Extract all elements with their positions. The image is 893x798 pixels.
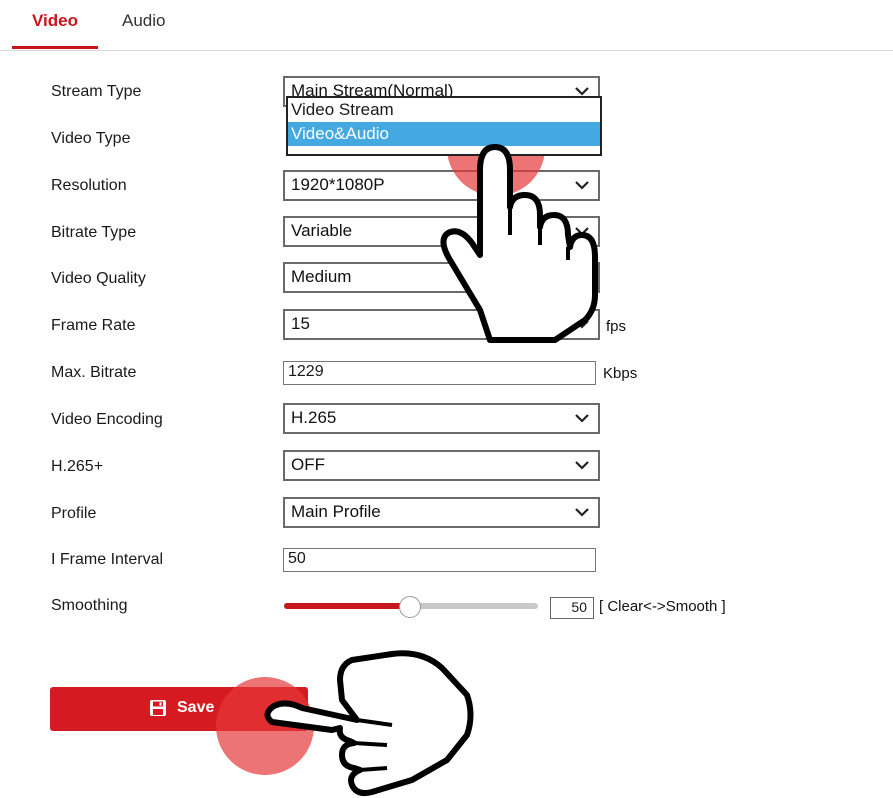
bitrate-type-label: Bitrate Type [51,224,137,241]
resolution-value: 1920*1080P [291,175,385,194]
max-bitrate-input[interactable]: 1229 [283,361,596,385]
video-encoding-select[interactable]: H.265 [283,403,600,434]
resolution-label: Resolution [51,177,127,194]
chevron-down-icon [575,414,589,423]
video-type-label: Video Type [51,130,131,147]
save-icon [150,700,166,716]
smoothing-slider-thumb[interactable] [399,596,421,618]
chevron-down-icon [575,461,589,470]
smoothing-hint: [ Clear<->Smooth ] [599,598,726,615]
h265plus-select[interactable]: OFF [283,450,600,481]
h265plus-label: H.265+ [51,458,104,475]
pointer-hand-icon [264,650,474,797]
save-button-label: Save [177,699,215,716]
profile-label: Profile [51,505,97,522]
frame-rate-value: 15 [291,314,310,333]
profile-select[interactable]: Main Profile [283,497,600,528]
i-frame-interval-input[interactable]: 50 [283,548,596,572]
max-bitrate-label: Max. Bitrate [51,364,137,381]
smoothing-slider-fill [284,603,410,609]
video-encoding-value: H.265 [291,408,337,427]
tab-bar: Video Audio [0,0,893,51]
h265plus-value: OFF [291,455,325,474]
active-tab-indicator [12,46,98,49]
pointer-hand-icon [440,144,598,343]
profile-value: Main Profile [291,502,381,521]
video-quality-value: Medium [291,267,352,286]
video-type-option-video-stream[interactable]: Video Stream [288,98,600,122]
i-frame-interval-label: I Frame Interval [51,551,164,568]
chevron-down-icon [575,508,589,517]
smoothing-value-input[interactable]: 50 [550,597,594,619]
smoothing-label: Smoothing [51,597,128,614]
video-encoding-label: Video Encoding [51,411,163,428]
max-bitrate-unit: Kbps [603,365,638,382]
video-quality-label: Video Quality [51,270,146,287]
tab-video[interactable]: Video [32,11,78,31]
frame-rate-label: Frame Rate [51,317,136,334]
frame-rate-unit: fps [606,318,627,335]
tab-audio[interactable]: Audio [122,11,165,31]
bitrate-type-value: Variable [291,221,353,240]
stream-type-label: Stream Type [51,83,142,100]
